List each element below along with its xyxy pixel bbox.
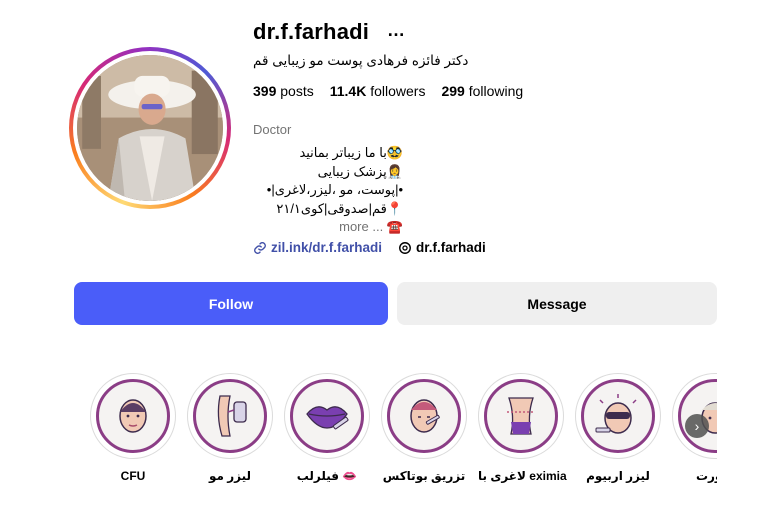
profile-stats: 399 posts 11.4K followers 299 following	[253, 83, 523, 99]
following-label: following	[468, 83, 524, 99]
profile-avatar[interactable]	[69, 47, 231, 209]
bio-line: 📍قم|صدوقی|کوی۲۱/۱	[276, 200, 403, 216]
highlight-label: لیزر مو	[208, 469, 252, 483]
bio-more-link[interactable]: ... more	[339, 219, 383, 234]
profile-bio: 🥸با ما زیباتر بمانید 👩‍⚕️پزشک زیبایی •|پ…	[253, 144, 403, 237]
followers-label: followers	[370, 83, 426, 99]
more-options-icon[interactable]: …	[387, 20, 405, 41]
bio-line: ☎️	[386, 219, 403, 234]
bio-line: •|پوست، مو ،لیزر،لاغری|•	[266, 182, 403, 197]
following-count: 299	[441, 83, 465, 99]
avatar-photo	[77, 55, 223, 201]
highlight-label: CFU	[120, 469, 146, 483]
highlight-label: صورت	[695, 469, 717, 483]
posts-label: posts	[280, 83, 314, 99]
body-icon	[507, 397, 535, 435]
following-stat[interactable]: 299 following	[441, 83, 523, 99]
highlight-item[interactable]: لیزر مو	[187, 373, 273, 483]
bio-line: 🥸با ما زیباتر بمانید	[299, 145, 403, 160]
botox-face-icon	[410, 399, 440, 433]
face-icon	[119, 399, 147, 433]
highlight-item[interactable]: فیلرلب 👄	[284, 373, 370, 483]
highlight-label: فیلرلب 👄	[296, 469, 358, 483]
threads-link[interactable]: dr.f.farhadi	[398, 240, 486, 255]
highlight-label: لاغری با eximia	[478, 469, 567, 483]
link-icon	[254, 241, 266, 254]
laser-leg-icon	[217, 395, 247, 437]
profile-username: dr.f.farhadi	[253, 19, 370, 44]
story-highlights: CFU لیزر مو فیلرلب 👄 تزریق بوتاکس لاغری …	[90, 373, 717, 493]
highlight-label: لیزر اربیوم	[586, 469, 650, 483]
external-link-text: zil.ink/dr.f.farhadi	[271, 240, 383, 255]
followers-stat[interactable]: 11.4K followers	[330, 83, 426, 99]
profile-category: Doctor	[253, 122, 292, 137]
bio-line-last: ☎️ ... more	[253, 218, 403, 237]
bio-line: 👩‍⚕️پزشک زیبایی	[317, 163, 403, 179]
follow-button[interactable]: Follow	[74, 282, 388, 325]
highlight-item[interactable]: لاغری با eximia	[478, 373, 567, 483]
highlight-item[interactable]: لیزر اربیوم	[575, 373, 661, 483]
threads-link-text: dr.f.farhadi	[416, 240, 486, 255]
threads-icon	[399, 241, 411, 254]
chevron-right-icon[interactable]: ›	[685, 414, 709, 438]
highlight-item[interactable]: تزریق بوتاکس	[381, 373, 467, 483]
posts-count: 399	[253, 83, 277, 99]
message-button[interactable]: Message	[397, 282, 717, 325]
laser-face-icon	[595, 394, 637, 434]
posts-stat: 399 posts	[253, 83, 314, 99]
external-link[interactable]: zil.ink/dr.f.farhadi	[253, 240, 382, 255]
profile-links: zil.ink/dr.f.farhadi dr.f.farhadi	[253, 240, 486, 255]
followers-count: 11.4K	[329, 83, 367, 99]
profile-full-name: دکتر فائزه فرهادی پوست مو زیبایی قم	[253, 53, 469, 68]
highlight-item[interactable]: CFU	[90, 373, 176, 483]
highlight-label: تزریق بوتاکس	[382, 469, 466, 483]
lips-icon	[306, 406, 349, 430]
